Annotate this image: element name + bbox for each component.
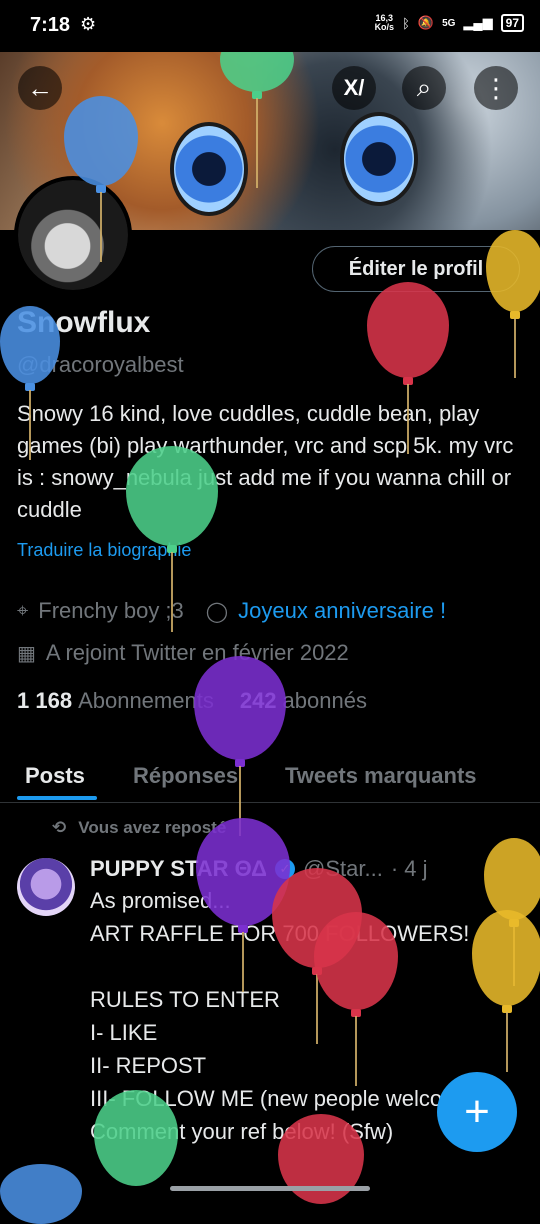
calendar-icon: ▦ <box>17 642 36 665</box>
profile-meta-row-2: ▦ A rejoint Twitter en février 2022 <box>17 640 349 666</box>
tab-highlights[interactable]: Tweets marquants <box>285 757 477 789</box>
post-header: PUPPY STAR ΘΔ ✓ @Star... · 4 j <box>90 856 428 882</box>
balloon-blue-bottom <box>0 1164 82 1224</box>
net-speed: 16,3 Ko/s <box>374 13 395 32</box>
followers-link[interactable]: 242 abonnés <box>240 688 367 714</box>
verified-badge-icon: ✓ <box>275 859 295 879</box>
profile-bio: Snowy 16 kind, love cuddles, cuddle bean… <box>17 401 514 522</box>
balloon-red <box>367 282 449 454</box>
more-vertical-icon[interactable]: ⋮ <box>474 66 518 110</box>
search-icon[interactable]: ⌕ <box>402 66 446 110</box>
translate-bio-link[interactable]: Traduire la biographie <box>17 540 191 561</box>
post-time: · 4 j <box>390 856 428 881</box>
profile-meta-row-1: ⌖ Frenchy boy ;3 ◯ Joyeux anniversaire ! <box>17 598 446 624</box>
avatar-image <box>18 180 128 290</box>
mute-icon: 🔕 <box>417 15 435 30</box>
grok-icon[interactable]: X/ <box>332 66 376 110</box>
banner-eye-left <box>170 122 248 216</box>
back-arrow-icon[interactable]: ← <box>18 66 62 110</box>
post-author-name[interactable]: PUPPY STAR ΘΔ <box>90 856 267 882</box>
location-icon: ⌖ <box>17 599 29 622</box>
signal-icon: ▂▄▆ <box>463 15 493 30</box>
compose-fab[interactable]: + <box>437 1072 517 1152</box>
profile-location: Frenchy boy ;3 <box>38 598 184 623</box>
profile-name: Snowflux <box>17 306 151 339</box>
post-author-handle[interactable]: @Star... <box>303 856 383 882</box>
home-indicator <box>170 1186 370 1191</box>
repost-icon: ⟲ <box>52 818 67 837</box>
active-tab-indicator <box>17 796 97 800</box>
tab-replies[interactable]: Réponses <box>133 757 238 789</box>
battery-icon: 97 <box>500 14 524 32</box>
bluetooth-icon: ᛒ <box>402 15 410 31</box>
settings-gear-icon: ⚙ <box>80 14 97 34</box>
post-author-avatar[interactable] <box>17 858 75 916</box>
profile-handle: @dracoroyalbest <box>17 352 184 377</box>
following-link[interactable]: 1 168 Abonnements <box>17 688 214 714</box>
birthday-link[interactable]: Joyeux anniversaire ! <box>238 598 446 624</box>
status-bar: 7:18 ⚙ 16,3 Ko/s ᛒ 🔕 5G ▂▄▆ 97 <box>0 0 540 52</box>
edit-profile-button[interactable]: Éditer le profil <box>312 246 520 292</box>
profile-joined: A rejoint Twitter en février 2022 <box>45 640 349 665</box>
profile-avatar[interactable] <box>14 176 132 294</box>
status-time: 7:18 <box>30 14 71 36</box>
network-type: 5G <box>442 17 456 29</box>
profile-stats: 1 168 Abonnements 242 abonnés <box>17 688 367 714</box>
balloon-icon: ◯ <box>205 600 229 623</box>
banner-eye-right <box>340 112 418 206</box>
tab-posts[interactable]: Posts <box>25 757 85 789</box>
repost-indicator: ⟲ Vous avez reposté <box>52 818 227 837</box>
status-icons: 16,3 Ko/s ᛒ 🔕 5G ▂▄▆ 97 <box>375 14 524 32</box>
